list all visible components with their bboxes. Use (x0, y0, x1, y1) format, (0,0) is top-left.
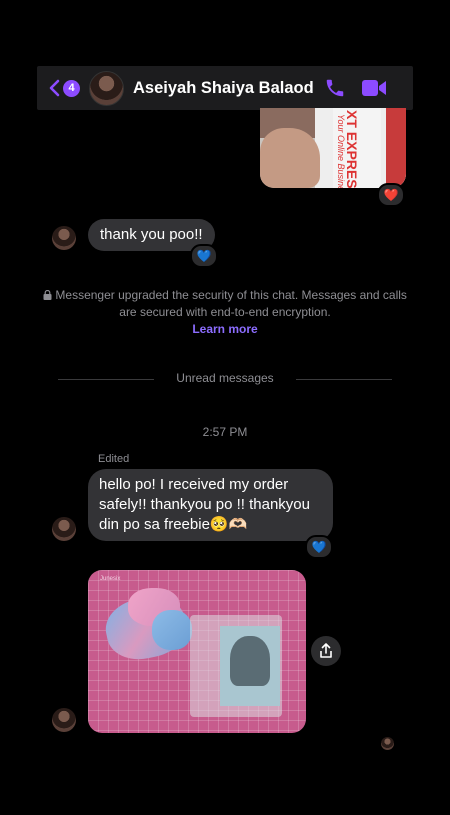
message-text: hello po! I received my order safely!! t… (99, 476, 310, 533)
contact-avatar[interactable] (89, 70, 124, 106)
sent-photo-package[interactable]: XT EXPRESS Your Online Business (260, 108, 406, 188)
contact-name[interactable]: Aseiyah Shaiya Balaod (133, 79, 314, 98)
audio-call-button[interactable] (324, 77, 346, 104)
back-button[interactable]: 4 (47, 79, 80, 97)
blue-heart-reaction[interactable]: 💙 (190, 244, 218, 268)
sender-avatar[interactable] (52, 708, 76, 732)
security-notice: Messenger upgraded the security of this … (40, 287, 410, 338)
learn-more-link[interactable]: Learn more (192, 322, 257, 336)
divider-left (58, 379, 154, 380)
chevron-left-icon (49, 79, 60, 97)
read-receipt-avatar (381, 737, 394, 750)
sender-avatar[interactable] (52, 517, 76, 541)
video-call-button[interactable] (361, 78, 387, 103)
chat-header: 4 Aseiyah Shaiya Balaod (37, 66, 413, 110)
heart-reaction[interactable]: ❤️ (377, 183, 405, 207)
share-button[interactable] (311, 636, 341, 666)
video-camera-icon (362, 80, 386, 96)
sender-avatar[interactable] (52, 226, 76, 250)
photocard (220, 626, 280, 706)
divider-right (296, 379, 392, 380)
blue-heart-reaction[interactable]: 💙 (305, 535, 333, 559)
share-icon (320, 643, 332, 658)
message-timestamp: 2:57 PM (202, 425, 248, 439)
photo-brand-text: Junesix (100, 576, 121, 582)
package-brand-text: XT EXPRESS (344, 110, 360, 188)
unread-messages-label: Unread messages (176, 371, 274, 385)
lock-icon (43, 289, 52, 300)
message-text: thank you poo!! (100, 226, 203, 243)
security-notice-text: Messenger upgraded the security of this … (55, 288, 407, 319)
phone-icon (326, 79, 344, 97)
message-bubble[interactable]: hello po! I received my order safely!! t… (88, 469, 333, 541)
edited-label: Edited (98, 453, 130, 465)
received-photo-scrunchie[interactable]: Junesix (88, 570, 306, 733)
unread-count-badge: 4 (63, 79, 80, 97)
package-brand-subtext: Your Online Business (336, 114, 346, 188)
